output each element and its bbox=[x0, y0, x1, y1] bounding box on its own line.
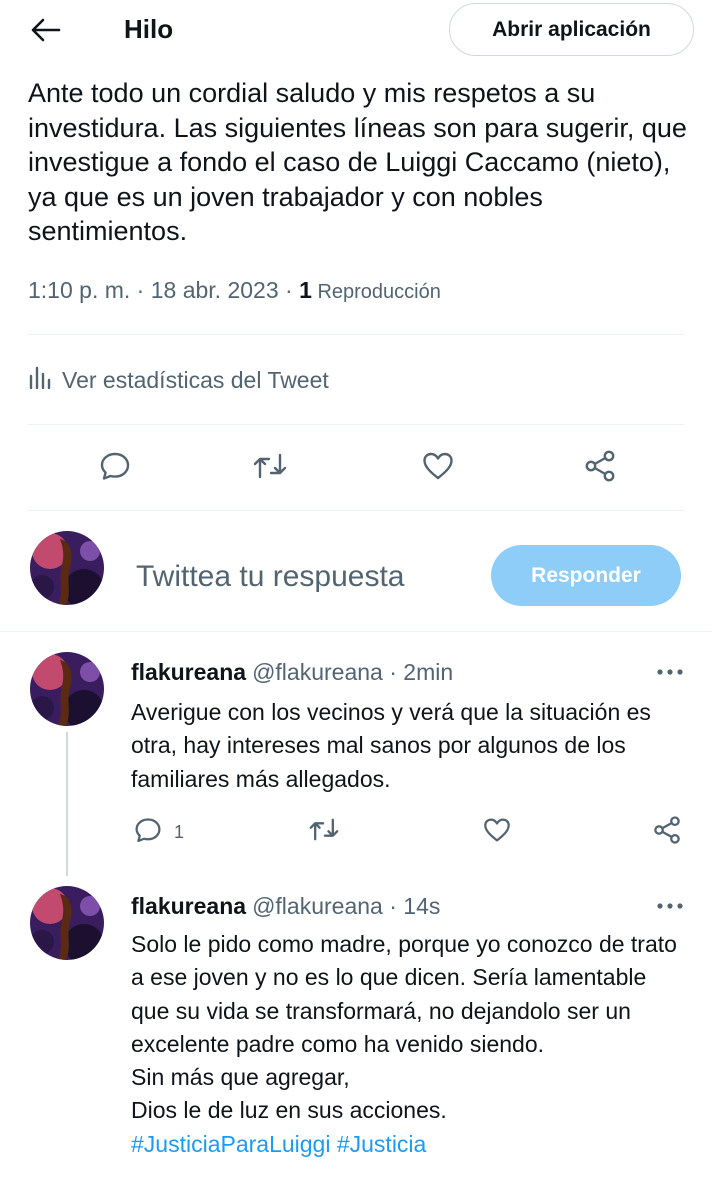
reply-input[interactable]: Twittea tu respuesta bbox=[136, 558, 404, 596]
avatar[interactable] bbox=[30, 886, 104, 960]
view-stats-link[interactable]: Ver estadísticas del Tweet bbox=[28, 364, 329, 396]
reply-author-name[interactable]: flakureana bbox=[131, 659, 246, 685]
hashtag-link[interactable]: #Justicia bbox=[337, 1131, 426, 1157]
divider bbox=[28, 334, 684, 335]
reply-header: flakureana @flakureana · 14s bbox=[131, 892, 440, 920]
like-button[interactable] bbox=[483, 816, 511, 848]
meta-separator: · bbox=[278, 277, 300, 303]
share-button[interactable] bbox=[580, 448, 620, 488]
reply-actions: 1 bbox=[0, 815, 712, 850]
reply-text: Averigue con los vecinos y verá que la s… bbox=[131, 699, 651, 792]
thread-line bbox=[66, 732, 68, 876]
reply-text: Solo le pido como madre, porque yo conoz… bbox=[131, 928, 691, 1161]
more-button[interactable] bbox=[650, 658, 690, 686]
tweet-text: Ante todo un cordial saludo y mis respet… bbox=[28, 78, 687, 246]
divider bbox=[28, 510, 684, 511]
reply-author-name[interactable]: flakureana bbox=[131, 893, 246, 919]
reply-paragraph: Dios le de luz en sus acciones. bbox=[131, 1097, 447, 1124]
heart-icon bbox=[422, 451, 454, 486]
reply-author-handle[interactable]: @flakureana bbox=[252, 659, 383, 685]
hashtag-link[interactable]: #JusticiaParaLuiggi bbox=[131, 1131, 330, 1157]
more-dots-icon bbox=[655, 897, 685, 915]
reply-paragraph: Solo le pido como madre, porque yo conoz… bbox=[131, 931, 677, 1057]
reply-item[interactable]: flakureana @flakureana · 14s Solo le pido… bbox=[0, 876, 712, 1200]
speech-bubble-icon bbox=[134, 816, 162, 849]
tweet-meta: 1:10 p. m. · 18 abr. 2023 · 1 Reproducci… bbox=[28, 275, 441, 307]
views-label: Reproducción bbox=[311, 281, 441, 303]
tweet-actions bbox=[0, 448, 712, 488]
like-button[interactable] bbox=[418, 448, 458, 488]
reply-item[interactable]: flakureana @flakureana · 2min Averigue co… bbox=[0, 632, 712, 876]
view-stats-label: Ver estadísticas del Tweet bbox=[62, 366, 329, 393]
more-dots-icon bbox=[655, 663, 685, 681]
share-icon bbox=[652, 815, 682, 850]
tweet-date[interactable]: 18 abr. 2023 bbox=[151, 277, 279, 303]
header-separator: · bbox=[382, 659, 404, 685]
retweet-button[interactable] bbox=[309, 816, 339, 848]
reply-time[interactable]: 2min bbox=[403, 659, 453, 685]
divider bbox=[28, 424, 684, 425]
retweet-button[interactable] bbox=[250, 448, 290, 488]
page-title: Hilo bbox=[124, 14, 174, 44]
avatar[interactable] bbox=[30, 531, 104, 605]
reply-time[interactable]: 14s bbox=[403, 893, 440, 919]
speech-bubble-icon bbox=[99, 450, 131, 487]
reply-header: flakureana @flakureana · 2min bbox=[131, 658, 453, 686]
tweet-time[interactable]: 1:10 p. m. bbox=[28, 277, 130, 303]
meta-separator: · bbox=[130, 277, 151, 303]
retweet-icon bbox=[309, 816, 339, 848]
hashtags: #JusticiaParaLuiggi #Justicia bbox=[131, 1128, 691, 1161]
reply-composer: Twittea tu respuesta Responder bbox=[0, 528, 712, 628]
reply-count: 1 bbox=[174, 821, 185, 842]
reply-author-handle[interactable]: @flakureana bbox=[252, 893, 383, 919]
reply-button[interactable] bbox=[95, 448, 135, 488]
top-bar: Hilo Abrir aplicación bbox=[0, 0, 712, 62]
header-separator: · bbox=[382, 893, 404, 919]
more-button[interactable] bbox=[650, 892, 690, 920]
bar-chart-icon bbox=[28, 364, 62, 396]
reply-paragraph: Sin más que agregar, bbox=[131, 1064, 350, 1091]
avatar[interactable] bbox=[30, 652, 104, 726]
share-button[interactable] bbox=[652, 815, 682, 850]
heart-icon bbox=[483, 817, 511, 848]
arrow-left-icon bbox=[31, 18, 61, 47]
views-count: 1 bbox=[299, 277, 312, 303]
reply-button[interactable]: 1 bbox=[134, 816, 184, 848]
share-icon bbox=[583, 449, 617, 488]
reply-submit-button[interactable]: Responder bbox=[491, 545, 681, 606]
open-app-button[interactable]: Abrir aplicación bbox=[449, 3, 694, 56]
back-button[interactable] bbox=[28, 14, 64, 50]
retweet-icon bbox=[253, 451, 287, 486]
